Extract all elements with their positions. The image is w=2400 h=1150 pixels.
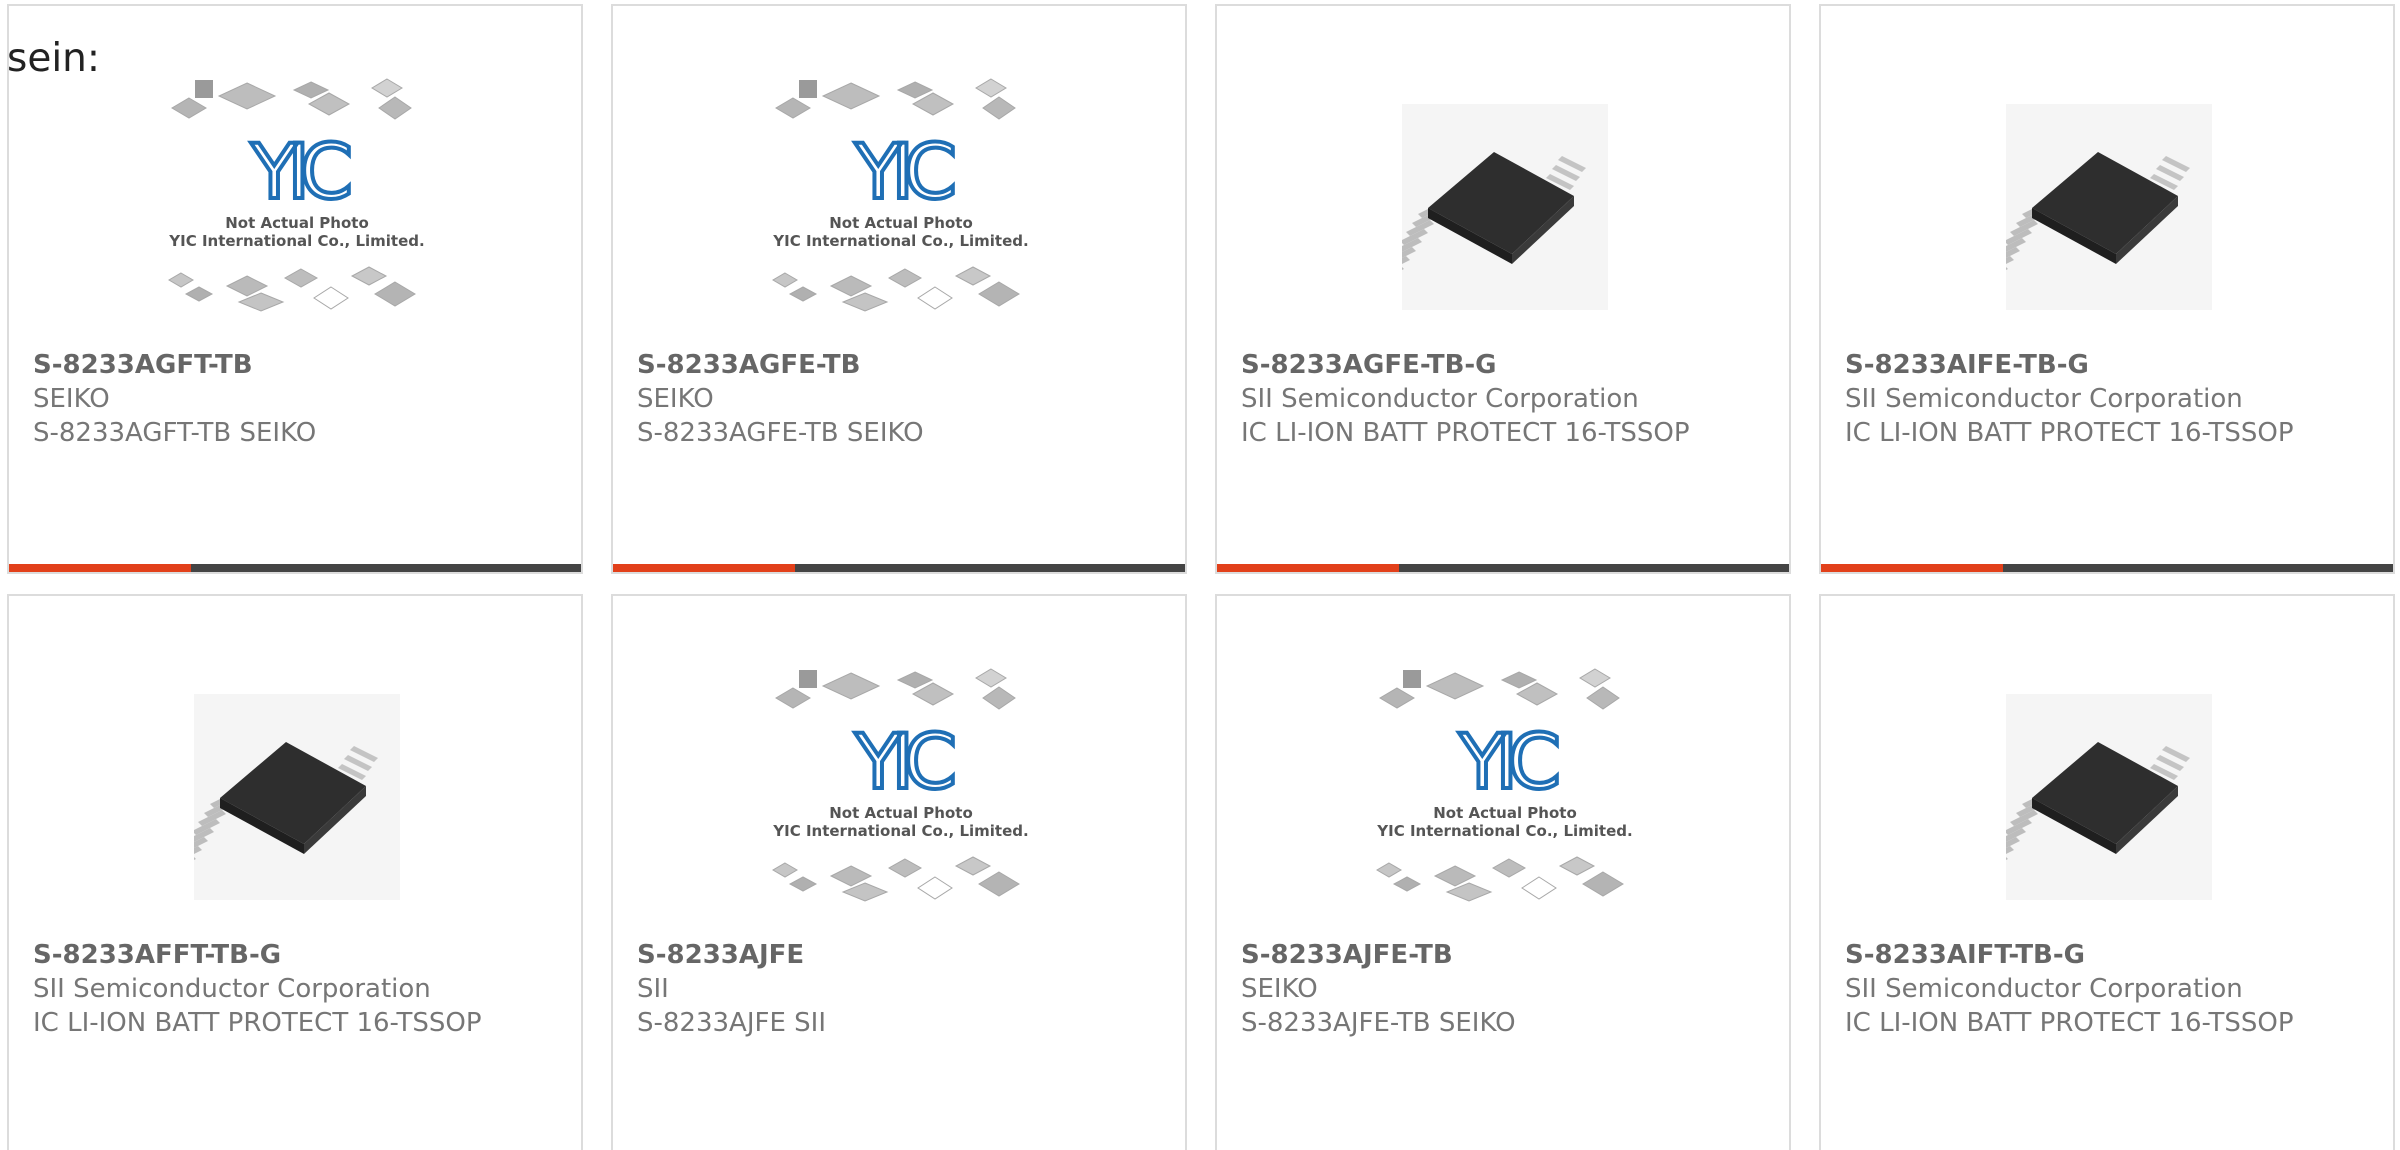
product-info: S-8233AIFT-TB-G SII Semiconductor Corpor… xyxy=(1845,938,2305,1040)
svg-text:YIC International Co., Limited: YIC International Co., Limited. xyxy=(772,232,1028,250)
card-bottom-bar xyxy=(9,564,581,572)
svg-text:YIC International Co., Limited: YIC International Co., Limited. xyxy=(772,822,1028,840)
part-number-link[interactable]: S-8233AJFE xyxy=(637,938,1097,972)
manufacturer-label: SEIKO xyxy=(1241,974,1318,1004)
product-card[interactable]: YIC Not Actual Photo YIC International Co.… xyxy=(611,594,1187,1150)
description-label: S-8233AJFE-TB SEIKO xyxy=(1241,1008,1516,1038)
description-label: S-8233AGFE-TB SEIKO xyxy=(637,418,924,448)
manufacturer-label: SII Semiconductor Corporation xyxy=(33,974,431,1004)
svg-text:Not Actual Photo: Not Actual Photo xyxy=(829,804,973,822)
product-image[interactable]: YIC Not Actual Photo YIC International Co.… xyxy=(763,664,1039,930)
card-accent-bar xyxy=(1821,564,2003,572)
product-image[interactable] xyxy=(1971,664,2247,930)
page: sein: YIC Not Actual Photo YIC Internation… xyxy=(0,0,2400,1150)
svg-text:YIC: YIC xyxy=(250,127,349,216)
svg-text:YIC: YIC xyxy=(1458,717,1557,806)
product-card[interactable]: YIC Not Actual Photo YIC International Co.… xyxy=(1215,594,1791,1150)
card-bottom-bar xyxy=(1821,564,2393,572)
card-accent-bar xyxy=(9,564,191,572)
product-info: S-8233AIFE-TB-G SII Semiconductor Corpor… xyxy=(1845,348,2305,450)
card-accent-bar xyxy=(613,564,795,572)
product-image[interactable]: YIC Not Actual Photo YIC International Co.… xyxy=(763,74,1039,340)
placeholder-photo-icon: YICNot Actual PhotoYIC International Co.… xyxy=(168,78,425,312)
product-image[interactable]: YIC Not Actual Photo YIC International Co.… xyxy=(159,74,435,340)
product-info: S-8233AFFT-TB-G SII Semiconductor Corpor… xyxy=(33,938,493,1040)
product-image[interactable] xyxy=(1971,74,2247,340)
part-number-link[interactable]: S-8233AJFE-TB xyxy=(1241,938,1701,972)
product-card[interactable]: YIC Not Actual Photo YIC International Co.… xyxy=(611,4,1187,574)
manufacturer-label: SII Semiconductor Corporation xyxy=(1845,974,2243,1004)
part-number-link[interactable]: S-8233AGFE-TB-G xyxy=(1241,348,1701,382)
product-image[interactable] xyxy=(1367,74,1643,340)
card-bottom-bar xyxy=(1217,564,1789,572)
manufacturer-label: SEIKO xyxy=(637,384,714,414)
svg-text:Not Actual Photo: Not Actual Photo xyxy=(1433,804,1577,822)
tssop-chip-icon xyxy=(2006,104,2212,310)
placeholder-photo-icon: YICNot Actual PhotoYIC International Co.… xyxy=(772,668,1029,902)
part-number-link[interactable]: S-8233AIFE-TB-G xyxy=(1845,348,2305,382)
product-grid: YIC Not Actual Photo YIC International Co.… xyxy=(7,4,2400,1150)
product-card[interactable]: S-8233AFFT-TB-G SII Semiconductor Corpor… xyxy=(7,594,583,1150)
tssop-chip-icon xyxy=(194,694,400,900)
product-info: S-8233AGFT-TB SEIKO S-8233AGFT-TB SEIKO xyxy=(33,348,493,450)
description-label: IC LI-ION BATT PROTECT 16-TSSOP xyxy=(1845,1008,2294,1038)
product-card[interactable]: YIC Not Actual Photo YIC International Co.… xyxy=(7,4,583,574)
manufacturer-label: SII Semiconductor Corporation xyxy=(1845,384,2243,414)
part-number-link[interactable]: S-8233AFFT-TB-G xyxy=(33,938,493,972)
intro-text: sein: xyxy=(7,36,101,81)
product-card[interactable]: S-8233AIFT-TB-G SII Semiconductor Corpor… xyxy=(1819,594,2395,1150)
product-image[interactable]: YIC Not Actual Photo YIC International Co.… xyxy=(1367,664,1643,930)
description-label: S-8233AJFE SII xyxy=(637,1008,826,1038)
placeholder-photo-icon: YICNot Actual PhotoYIC International Co.… xyxy=(772,78,1029,312)
product-card[interactable]: S-8233AGFE-TB-G SII Semiconductor Corpor… xyxy=(1215,4,1791,574)
tssop-chip-icon xyxy=(1402,104,1608,310)
svg-text:YIC International Co., Limited: YIC International Co., Limited. xyxy=(1376,822,1632,840)
tssop-chip-icon xyxy=(2006,694,2212,900)
svg-text:YIC: YIC xyxy=(854,127,953,216)
svg-text:YIC International Co., Limited: YIC International Co., Limited. xyxy=(168,232,424,250)
placeholder-photo-icon: YICNot Actual PhotoYIC International Co.… xyxy=(1376,668,1633,902)
svg-text:Not Actual Photo: Not Actual Photo xyxy=(829,214,973,232)
product-image[interactable] xyxy=(159,664,435,930)
description-label: IC LI-ION BATT PROTECT 16-TSSOP xyxy=(1241,418,1690,448)
manufacturer-label: SEIKO xyxy=(33,384,110,414)
product-info: S-8233AGFE-TB SEIKO S-8233AGFE-TB SEIKO xyxy=(637,348,1097,450)
part-number-link[interactable]: S-8233AGFE-TB xyxy=(637,348,1097,382)
description-label: S-8233AGFT-TB SEIKO xyxy=(33,418,317,448)
description-label: IC LI-ION BATT PROTECT 16-TSSOP xyxy=(1845,418,2294,448)
description-label: IC LI-ION BATT PROTECT 16-TSSOP xyxy=(33,1008,482,1038)
product-card[interactable]: S-8233AIFE-TB-G SII Semiconductor Corpor… xyxy=(1819,4,2395,574)
product-info: S-8233AGFE-TB-G SII Semiconductor Corpor… xyxy=(1241,348,1701,450)
manufacturer-label: SII xyxy=(637,974,669,1004)
card-bottom-bar xyxy=(613,564,1185,572)
manufacturer-label: SII Semiconductor Corporation xyxy=(1241,384,1639,414)
svg-text:YIC: YIC xyxy=(854,717,953,806)
part-number-link[interactable]: S-8233AIFT-TB-G xyxy=(1845,938,2305,972)
part-number-link[interactable]: S-8233AGFT-TB xyxy=(33,348,493,382)
product-info: S-8233AJFE SII S-8233AJFE SII xyxy=(637,938,1097,1040)
product-info: S-8233AJFE-TB SEIKO S-8233AJFE-TB SEIKO xyxy=(1241,938,1701,1040)
svg-text:Not Actual Photo: Not Actual Photo xyxy=(225,214,369,232)
card-accent-bar xyxy=(1217,564,1399,572)
